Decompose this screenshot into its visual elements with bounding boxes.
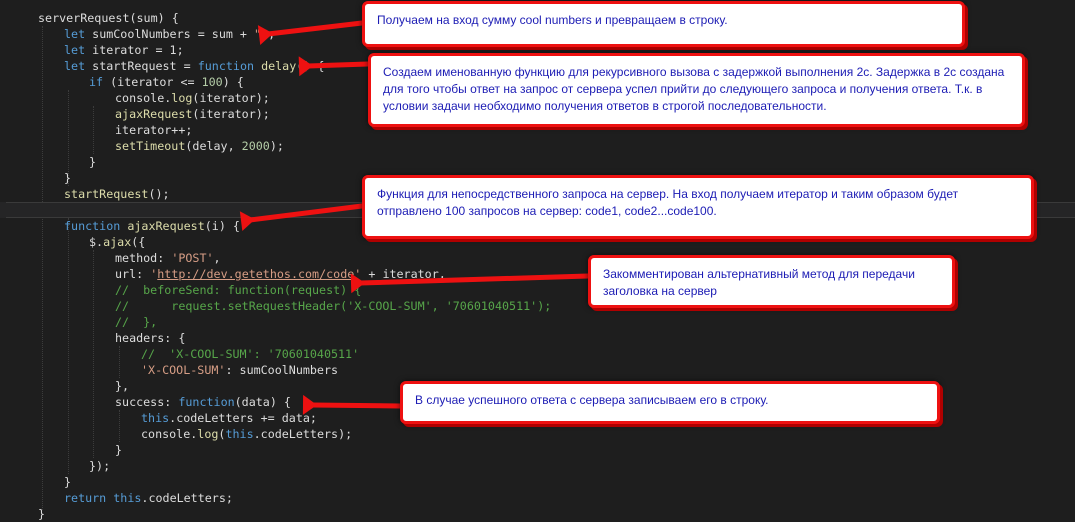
code-token: 'X-COOL-SUM' [141, 363, 226, 377]
code-line[interactable]: console.log(this.codeLetters); [0, 426, 1075, 442]
code-token: function [64, 219, 128, 233]
code-line[interactable]: // 'X-COOL-SUM': '70601040511' [0, 346, 1075, 362]
code-token: 'POST' [171, 251, 214, 265]
code-token: : { [164, 331, 186, 345]
code-token: let [64, 59, 93, 73]
code-token: } [115, 443, 123, 457]
code-line[interactable]: // }, [0, 314, 1075, 330]
code-token: // beforeSend: function(request) { [115, 283, 362, 297]
code-token: () { [296, 59, 325, 73]
code-line[interactable]: }); [0, 458, 1075, 474]
code-token: + iterator, [361, 267, 446, 281]
callout-named-function: Создаем именованную функцию для рекурсив… [368, 53, 1025, 127]
code-token: iterator = 1; [92, 43, 184, 57]
code-token: ; [268, 27, 276, 41]
code-token: delay [261, 59, 297, 73]
code-token: let [64, 27, 93, 41]
code-token: : [164, 395, 179, 409]
callout-ajax-function: Функция для непосредственного запроса на… [362, 175, 1034, 239]
code-line[interactable]: } [0, 474, 1075, 490]
code-token: this [141, 411, 170, 425]
code-token: http://dev.getethos.com/code [157, 267, 355, 281]
code-token: 100 [201, 75, 223, 89]
code-token: $. [89, 235, 104, 249]
code-line[interactable]: headers: { [0, 330, 1075, 346]
code-token: ajaxRequest [127, 219, 205, 233]
code-token: if [89, 75, 111, 89]
code-token: ajax [103, 235, 132, 249]
code-token: ); [269, 139, 284, 153]
code-token: "" [254, 27, 269, 41]
code-line[interactable]: setTimeout(delay, 2000); [0, 138, 1075, 154]
code-token: console. [115, 91, 172, 105]
code-token: // request.setRequestHeader('X-COOL-SUM'… [115, 299, 552, 313]
code-line[interactable]: 'X-COOL-SUM': sumCoolNumbers [0, 362, 1075, 378]
code-token: 2000 [241, 139, 270, 153]
code-token: startRequest [64, 187, 149, 201]
code-token: console. [141, 427, 198, 441]
code-token: url [115, 267, 137, 281]
code-token: .codeLetters += data; [169, 411, 317, 425]
code-token: ) { [222, 75, 244, 89]
callout-success-handler: В случае успешного ответа с сервера запи… [400, 381, 940, 424]
code-token: method [115, 251, 158, 265]
code-token: sumCoolNumbers = sum + [92, 27, 254, 41]
code-token: function [178, 395, 235, 409]
code-token: success [115, 395, 165, 409]
code-token: setTimeout [115, 139, 186, 153]
code-token: this [225, 427, 254, 441]
code-token: (iterator); [192, 91, 270, 105]
code-token: (i) { [204, 219, 240, 233]
code-token: this [113, 491, 142, 505]
code-token: } [38, 507, 46, 521]
code-token: (iterator <= [110, 75, 202, 89]
code-token: headers [115, 331, 165, 345]
code-token: } [64, 171, 72, 185]
code-token: log [197, 427, 219, 441]
code-token: : [157, 251, 172, 265]
code-token: // }, [115, 315, 158, 329]
code-token: .codeLetters); [253, 427, 353, 441]
code-token: return [64, 491, 114, 505]
code-token: (iterator); [192, 107, 270, 121]
callout-sum-to-string: Получаем на вход сумму cool numbers и пр… [362, 1, 965, 47]
code-token: .codeLetters; [141, 491, 233, 505]
code-token: ajaxRequest [115, 107, 193, 121]
code-token: ({ [131, 235, 146, 249]
code-token: serverRequest(sum) { [38, 11, 179, 25]
code-token: (); [148, 187, 170, 201]
code-token: }, [115, 379, 130, 393]
code-token: // 'X-COOL-SUM': '70601040511' [141, 347, 360, 361]
code-token: }); [89, 459, 111, 473]
code-token: (data) { [234, 395, 291, 409]
code-token: iterator++; [115, 123, 193, 137]
code-line[interactable]: return this.codeLetters; [0, 490, 1075, 506]
code-token: log [171, 91, 193, 105]
code-line[interactable]: } [0, 442, 1075, 458]
code-line[interactable]: } [0, 154, 1075, 170]
code-token: : [136, 267, 151, 281]
code-token: (delay, [185, 139, 242, 153]
callout-commented-method: Закомментирован альтернативный метод для… [588, 255, 955, 308]
code-token: let [64, 43, 93, 57]
code-token: startRequest = [92, 59, 198, 73]
code-token: function [197, 59, 262, 73]
code-token: } [89, 155, 97, 169]
code-token: , [213, 251, 221, 265]
code-token: } [64, 475, 72, 489]
code-line[interactable]: } [0, 506, 1075, 522]
code-token: : sumCoolNumbers [225, 363, 339, 377]
